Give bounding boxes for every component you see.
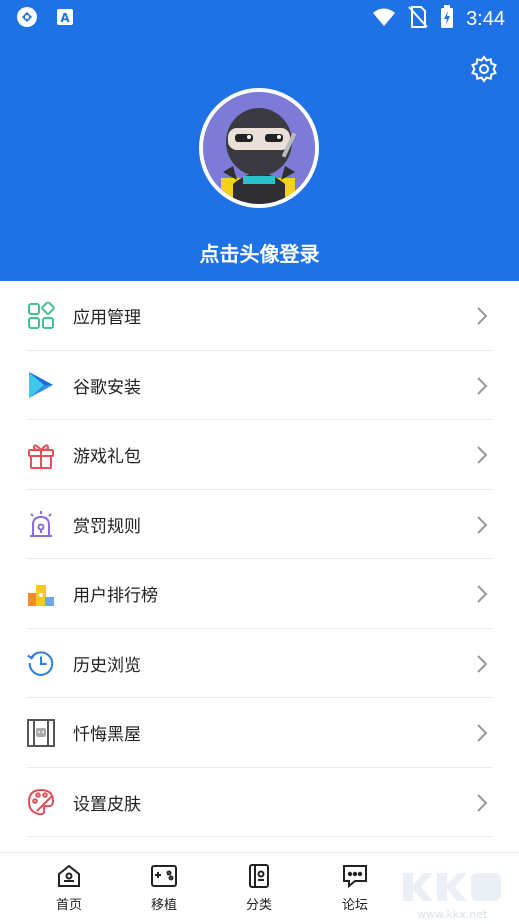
chevron-right-icon xyxy=(477,793,488,812)
tab-label: 论坛 xyxy=(341,898,368,913)
tab-forum[interactable]: 论坛 xyxy=(325,863,385,913)
menu-item-label: 应用管理 xyxy=(73,308,141,329)
tab-label: 移植 xyxy=(150,898,177,913)
menu-item-label: 游戏礼包 xyxy=(73,447,141,468)
palette-icon xyxy=(26,787,56,817)
history-icon xyxy=(26,648,56,678)
apps-grid-icon xyxy=(26,301,56,331)
menu-item-browse-history[interactable]: 历史浏览 xyxy=(0,629,519,699)
menu-item-set-skin[interactable]: 设置皮肤 xyxy=(0,768,519,838)
tab-home[interactable]: 首页 xyxy=(39,863,99,913)
login-prompt[interactable]: 点击头像登录 xyxy=(0,238,519,267)
menu-item-label: 用户排行榜 xyxy=(73,586,158,607)
chevron-right-icon xyxy=(477,724,488,742)
tab-label: 分类 xyxy=(245,898,272,913)
menu-item-label: 谷歌安装 xyxy=(73,377,141,398)
ninja-avatar-image xyxy=(203,92,315,204)
watermark-text: www.kkx.net xyxy=(417,908,488,921)
menu-item-google-install[interactable]: 谷歌安装 xyxy=(0,351,519,421)
settings-gear-icon[interactable] xyxy=(469,54,499,84)
no-sim-icon xyxy=(408,6,428,32)
menu-list: 应用管理 谷歌安装 游戏礼包 赏罚规则 用户排行榜 历史浏览 忏悔黑屋 设置皮肤 xyxy=(0,281,519,837)
status-bar: A 3:44 xyxy=(0,0,519,34)
bottom-tab-bar: 首页 移植 分类 论坛 www.kkx.net xyxy=(0,852,519,924)
menu-item-label: 历史浏览 xyxy=(73,655,141,676)
chevron-right-icon xyxy=(477,307,488,325)
chevron-right-icon xyxy=(477,515,488,534)
battery-charging-icon xyxy=(440,5,454,33)
chevron-right-icon xyxy=(477,376,488,395)
home-icon xyxy=(58,864,80,887)
menu-item-confession-room[interactable]: 忏悔黑屋 xyxy=(0,698,519,768)
menu-item-app-management[interactable]: 应用管理 xyxy=(0,281,519,351)
svg-text:A: A xyxy=(60,11,70,25)
tab-category[interactable]: 分类 xyxy=(229,863,289,913)
app-notification-icon xyxy=(16,6,38,32)
gamepad-icon xyxy=(151,865,177,887)
alarm-light-icon xyxy=(26,509,56,539)
menu-item-label: 赏罚规则 xyxy=(73,516,141,537)
category-book-icon xyxy=(249,864,269,888)
ranking-icon xyxy=(26,579,56,609)
menu-item-user-ranking[interactable]: 用户排行榜 xyxy=(0,559,519,629)
menu-item-label: 设置皮肤 xyxy=(73,794,141,815)
gift-icon xyxy=(26,440,56,470)
font-app-notification-icon: A xyxy=(56,8,74,30)
chevron-right-icon xyxy=(477,446,488,464)
tab-label: 首页 xyxy=(55,898,82,913)
profile-header: 点击头像登录 xyxy=(0,34,519,281)
tab-port[interactable]: 移植 xyxy=(134,863,194,913)
jail-icon xyxy=(26,718,56,748)
menu-item-label: 忏悔黑屋 xyxy=(73,725,141,746)
site-watermark-logo: www.kkx.net xyxy=(399,867,509,921)
menu-item-game-gifts[interactable]: 游戏礼包 xyxy=(0,420,519,490)
chevron-right-icon xyxy=(477,585,488,603)
google-play-icon xyxy=(26,370,56,400)
forum-icon xyxy=(343,865,367,889)
menu-item-reward-rules[interactable]: 赏罚规则 xyxy=(0,490,519,560)
avatar[interactable] xyxy=(199,88,319,208)
status-time: 3:44 xyxy=(466,7,505,30)
chevron-right-icon xyxy=(477,654,488,673)
wifi-icon xyxy=(372,7,396,31)
